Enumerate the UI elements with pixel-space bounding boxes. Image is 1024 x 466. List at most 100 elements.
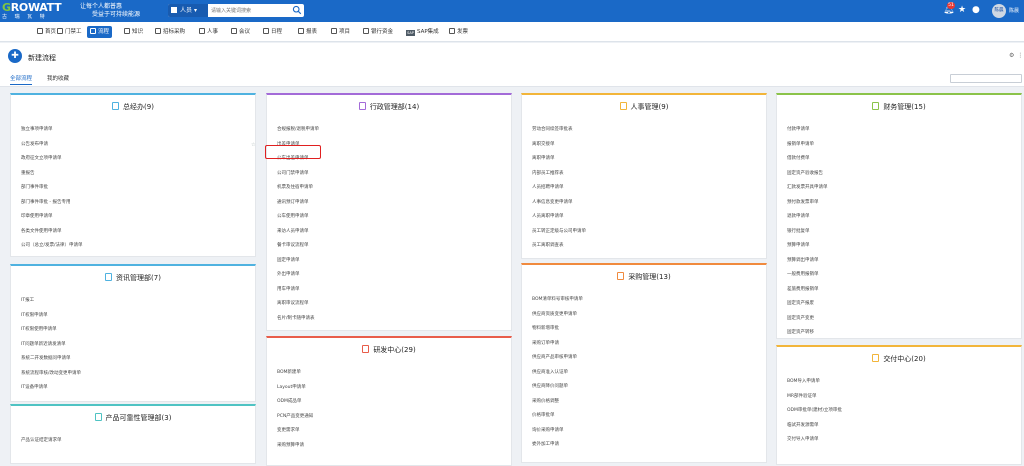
workflow-link[interactable]: 固定申请单 <box>277 254 511 269</box>
workflow-link[interactable]: 用车申请单 <box>277 283 511 298</box>
menu-item-bank-fund[interactable]: 银行资金 <box>360 26 396 38</box>
workflow-link[interactable]: IT设备申请单 <box>21 381 255 396</box>
workflow-link[interactable]: 供应商产品审核申请单 <box>532 351 766 366</box>
filter-input[interactable] <box>950 74 1022 83</box>
workflow-link[interactable]: 采购预算申请 <box>277 439 511 454</box>
workflow-link[interactable]: 来访人员申请单 <box>277 225 511 240</box>
workflow-link[interactable]: 固定资产验收报告 <box>787 167 1021 182</box>
workflow-link[interactable]: 内部员工推荐表 <box>532 167 766 182</box>
workflow-link[interactable]: Layout申请单 <box>277 381 511 396</box>
menu-item-schedule[interactable]: 日程 <box>260 26 285 38</box>
workflow-link[interactable]: 借款付费单 <box>787 152 1021 167</box>
menu-item-procurement[interactable]: 招标采购 <box>152 26 188 38</box>
workflow-link[interactable]: 采购价格调整 <box>532 395 766 410</box>
workflow-link[interactable]: 人员离职申请单 <box>532 210 766 225</box>
workflow-link[interactable]: 公司（总立/发票/法律）申请单 <box>21 239 255 254</box>
workflow-link[interactable]: 采购订单申请 <box>532 337 766 352</box>
workflow-link[interactable]: 重报告 <box>21 167 255 182</box>
workflow-link[interactable]: 交付导入申请单 <box>787 433 1021 448</box>
workflow-link[interactable]: 人事信息变更申请单 <box>532 196 766 211</box>
workflow-link[interactable]: 离职交接单 <box>532 138 766 153</box>
user-name[interactable]: 陈晨 <box>1009 7 1019 14</box>
workflow-link[interactable]: 一般费用报销单 <box>787 268 1021 283</box>
workflow-link[interactable]: BOM新建单 <box>277 366 511 381</box>
menu-item-invoice[interactable]: 发票 <box>446 26 471 38</box>
workflow-link[interactable]: 公司门禁申请单 <box>277 167 511 182</box>
workflow-link[interactable]: 出差申请单 <box>277 138 511 153</box>
workflow-link[interactable]: ODM成品单 <box>277 395 511 410</box>
workflow-link[interactable]: 员工离职调查表 <box>532 239 766 254</box>
workflow-link[interactable]: 固定资产变更 <box>787 312 1021 327</box>
workflow-link[interactable]: 公告发布申请 ☆ <box>21 138 255 153</box>
workflow-link[interactable]: BOM清单料号审核申请单 <box>532 293 766 308</box>
workflow-link[interactable]: 各类文件使用申请单 <box>21 225 255 240</box>
workflow-link[interactable]: 差旅费用报销单 <box>787 283 1021 298</box>
menu-item-gatework[interactable]: 门禁工 <box>54 26 85 38</box>
workflow-link[interactable]: IT权限使用申请单 <box>21 323 255 338</box>
workflow-link[interactable]: 汇款发票开具申请单 <box>787 181 1021 196</box>
workflow-link[interactable]: 名片/制卡随申请表 <box>277 312 511 327</box>
search-icon[interactable] <box>292 5 302 15</box>
workflow-link[interactable]: 银行批复单 <box>787 225 1021 240</box>
workflow-link[interactable]: ODM审批单(建材)立项审批 <box>787 404 1021 419</box>
tab-all-workflows[interactable]: 全部流程 <box>10 74 33 85</box>
menu-item-project[interactable]: 项目 <box>328 26 353 38</box>
workflow-link[interactable]: 政府征文立项申请单 <box>21 152 255 167</box>
workflow-link[interactable]: 产品认证结定请求单 <box>21 434 255 449</box>
workflow-link[interactable]: 报销单申请单 <box>787 138 1021 153</box>
workflow-link[interactable]: 付款申请单 <box>787 123 1021 138</box>
search-input[interactable] <box>211 6 285 15</box>
workflow-link[interactable]: 员工转正定级与公司申请单 <box>532 225 766 240</box>
workflow-link[interactable]: 供应商准入认证单 <box>532 366 766 381</box>
favorite-star-icon[interactable]: ☆ <box>251 138 255 153</box>
growatt-logo[interactable]: GROWATT 古 瑞 瓦 特 <box>2 2 68 21</box>
workflow-link[interactable]: 临试开发源需单 <box>787 419 1021 434</box>
workflow-link[interactable]: 离职审议流程单 <box>277 297 511 312</box>
menu-item-sap[interactable]: SAP SAP集成 <box>403 26 442 38</box>
workflow-link[interactable]: 委外加工申请 <box>532 438 766 453</box>
workflow-link[interactable]: 预算申请单 <box>787 239 1021 254</box>
workflow-link[interactable]: IT报工 <box>21 294 255 309</box>
workflow-link[interactable]: 人员招聘申请单 <box>532 181 766 196</box>
workflow-link[interactable]: 固定资产转移 <box>787 326 1021 338</box>
workflow-link[interactable]: 劳动合同续签审批表 <box>532 123 766 138</box>
workflow-link[interactable]: IT权限申请单 <box>21 309 255 324</box>
more-icon[interactable]: ⋮ <box>1017 52 1024 59</box>
workflow-link[interactable]: 外出申请单 <box>277 268 511 283</box>
workflow-link[interactable]: 离职申请单 <box>532 152 766 167</box>
tab-favorites[interactable]: 我的收藏 <box>47 74 69 84</box>
help-icon[interactable]: ● <box>972 5 980 15</box>
workflow-link[interactable]: 公车使用申请单 <box>277 210 511 225</box>
workflow-link[interactable]: 机票及住宿申请单 <box>277 181 511 196</box>
workflow-link[interactable]: MR部件验证单 <box>787 390 1021 405</box>
workflow-link[interactable]: IT问题单新近请发清单 <box>21 338 255 353</box>
workflow-link[interactable]: 部门事件审批 <box>21 181 255 196</box>
workflow-link[interactable]: 固定资产报废 <box>787 297 1021 312</box>
menu-item-workflow[interactable]: 流程 <box>87 26 113 38</box>
workflow-link[interactable]: 预付款发票审单 <box>787 196 1021 211</box>
workflow-link[interactable]: 部门事件审批 - 报告专用 <box>21 196 255 211</box>
menu-item-report[interactable]: 报表 <box>295 26 320 38</box>
avatar[interactable]: 陈晨 <box>992 4 1006 18</box>
menu-item-hr[interactable]: 人事 <box>196 26 221 38</box>
workflow-link[interactable]: 退款申请单 <box>787 210 1021 225</box>
workflow-link[interactable]: 系统流程审核/改动变更申请单 <box>21 367 255 382</box>
workflow-link[interactable]: 餐卡审议流程单 <box>277 239 511 254</box>
star-icon[interactable]: ★ <box>958 5 966 15</box>
workflow-link[interactable]: 通讯预订申请单 <box>277 196 511 211</box>
workflow-link[interactable]: 询价采购申请单 <box>532 424 766 439</box>
workflow-link[interactable]: 预算调出申请单 <box>787 254 1021 269</box>
workflow-link[interactable]: 系统二开发数据问申请单 <box>21 352 255 367</box>
menu-item-meeting[interactable]: 会议 <box>228 26 253 38</box>
workflow-link[interactable]: 变更需求单 <box>277 424 511 439</box>
workflow-link[interactable]: 供应商资质变更申请单 <box>532 308 766 323</box>
workflow-link[interactable]: PCN产品变更通知 <box>277 410 511 425</box>
search-category-select[interactable]: 人员 ▾ <box>168 4 208 17</box>
workflow-link[interactable]: 独立事项申请单 <box>21 123 255 138</box>
workflow-link[interactable]: 供应商降价问题单 <box>532 380 766 395</box>
workflow-link[interactable]: 印章使用申请单 <box>21 210 255 225</box>
menu-item-knowledge[interactable]: 知识 <box>121 26 146 38</box>
workflow-link[interactable]: 合规报税/退税申请单 <box>277 123 511 138</box>
workflow-link[interactable]: 价格审批单 <box>532 409 766 424</box>
workflow-link[interactable]: BOM导入申请单 <box>787 375 1021 390</box>
